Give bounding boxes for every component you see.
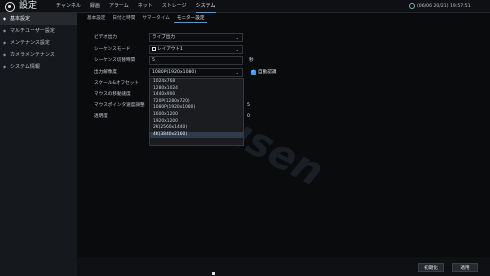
sub-tabs: 基本設定 日付と時間 サマータイム モニター設定 — [84, 14, 208, 23]
resolution-option[interactable]: 1024x768 — [150, 79, 243, 86]
resolution-dropdown[interactable]: 1024x768 1280x1024 1440x900 720P(1280x72… — [149, 78, 244, 146]
nav-storage[interactable]: ストレージ — [162, 0, 187, 13]
row-output-resolution: 出力解像度 1080P(1920x1080) ⌄ 自動認識 — [93, 68, 293, 77]
clock-icon — [409, 3, 415, 9]
apply-button[interactable]: 適用 — [452, 263, 478, 272]
resolution-option[interactable]: 1080P(1920x1080) — [150, 105, 243, 112]
sidebar-item-system-info[interactable]: ◆ システム情報 — [0, 61, 77, 73]
row-sequence-mode: シーケンスモード レイアウト1 ⌄ — [93, 45, 293, 54]
tab-datetime[interactable]: 日付と時間 — [109, 14, 138, 23]
chevron-down-icon: ⌄ — [235, 35, 239, 40]
nav-alarm[interactable]: アラーム — [109, 0, 129, 13]
sequence-mode-select[interactable]: レイアウト1 ⌄ — [149, 45, 243, 54]
row-video-output: ビデオ出力 ライブ出力 ⌄ — [93, 33, 293, 42]
nav-network[interactable]: ネット — [138, 0, 153, 13]
sidebar-item-basic[interactable]: ◆ 基本設定 — [0, 13, 77, 25]
auto-detect-checkbox[interactable] — [251, 68, 256, 75]
chevron-down-icon: ⌄ — [235, 70, 239, 75]
reset-button[interactable]: 初期化 — [418, 263, 444, 272]
output-resolution-select[interactable]: 1080P(1920x1080) ⌄ — [149, 68, 243, 77]
resolution-option[interactable]: 1600x1200 — [150, 112, 243, 119]
nav-record[interactable]: 録画 — [90, 0, 100, 13]
chevron-right-icon: ◆ — [3, 64, 7, 69]
sequence-interval-input[interactable]: 5 — [149, 56, 243, 65]
sequence-interval-unit: 秒 — [249, 58, 254, 63]
layout-icon — [152, 46, 156, 51]
chevron-down-icon: ⌄ — [235, 47, 239, 52]
top-bar: 設定 チャンネル 録画 アラーム ネット ストレージ システム (06/06 2… — [0, 0, 490, 13]
sidebar-item-multiuser[interactable]: ◆ マルチユーザー設定 — [0, 25, 77, 37]
sidebar-item-maintenance[interactable]: ◆ メンテナンス設定 — [0, 37, 77, 49]
mouse-pointer-size-value: 5 — [247, 103, 250, 108]
tab-basic[interactable]: 基本設定 — [84, 14, 108, 23]
gear-icon — [5, 2, 15, 12]
top-nav: チャンネル 録画 アラーム ネット ストレージ システム — [56, 0, 225, 13]
nav-system[interactable]: システム — [195, 0, 216, 13]
sidebar: ◆ 基本設定 ◆ マルチユーザー設定 ◆ メンテナンス設定 ◆ カメラメンテナンス ◆ シ… — [0, 13, 77, 276]
chevron-right-icon: ◆ — [3, 16, 7, 21]
chevron-right-icon: ◆ — [3, 40, 7, 45]
chevron-right-icon: ◆ — [3, 28, 7, 33]
tab-monitor[interactable]: モニター設定 — [173, 14, 208, 23]
transparency-value: 0 — [247, 114, 250, 119]
nav-channel[interactable]: チャンネル — [56, 0, 81, 13]
video-output-select[interactable]: ライブ出力 ⌄ — [149, 33, 243, 42]
resolution-option-highlighted[interactable]: 4K(3840x2160) — [150, 131, 243, 139]
resolution-option[interactable]: 2K(2560x1440) — [150, 125, 243, 132]
row-sequence-interval: シーケンス切替時間 5 秒 — [94, 56, 254, 65]
chevron-right-icon: ◆ — [3, 52, 7, 57]
app-title: 設定 — [19, 1, 38, 11]
bottom-bar: 初期化 適用 — [77, 257, 490, 276]
datetime: (06/06 20/21) 19:57:51 — [417, 4, 471, 9]
mouse-cursor-icon — [212, 272, 215, 275]
sidebar-item-camera-maintenance[interactable]: ◆ カメラメンテナンス — [0, 49, 77, 61]
tab-summertime[interactable]: サマータイム — [139, 14, 172, 23]
resolution-option[interactable]: 1440x900 — [150, 92, 243, 99]
auto-detect-label: 自動認識 — [258, 70, 277, 75]
